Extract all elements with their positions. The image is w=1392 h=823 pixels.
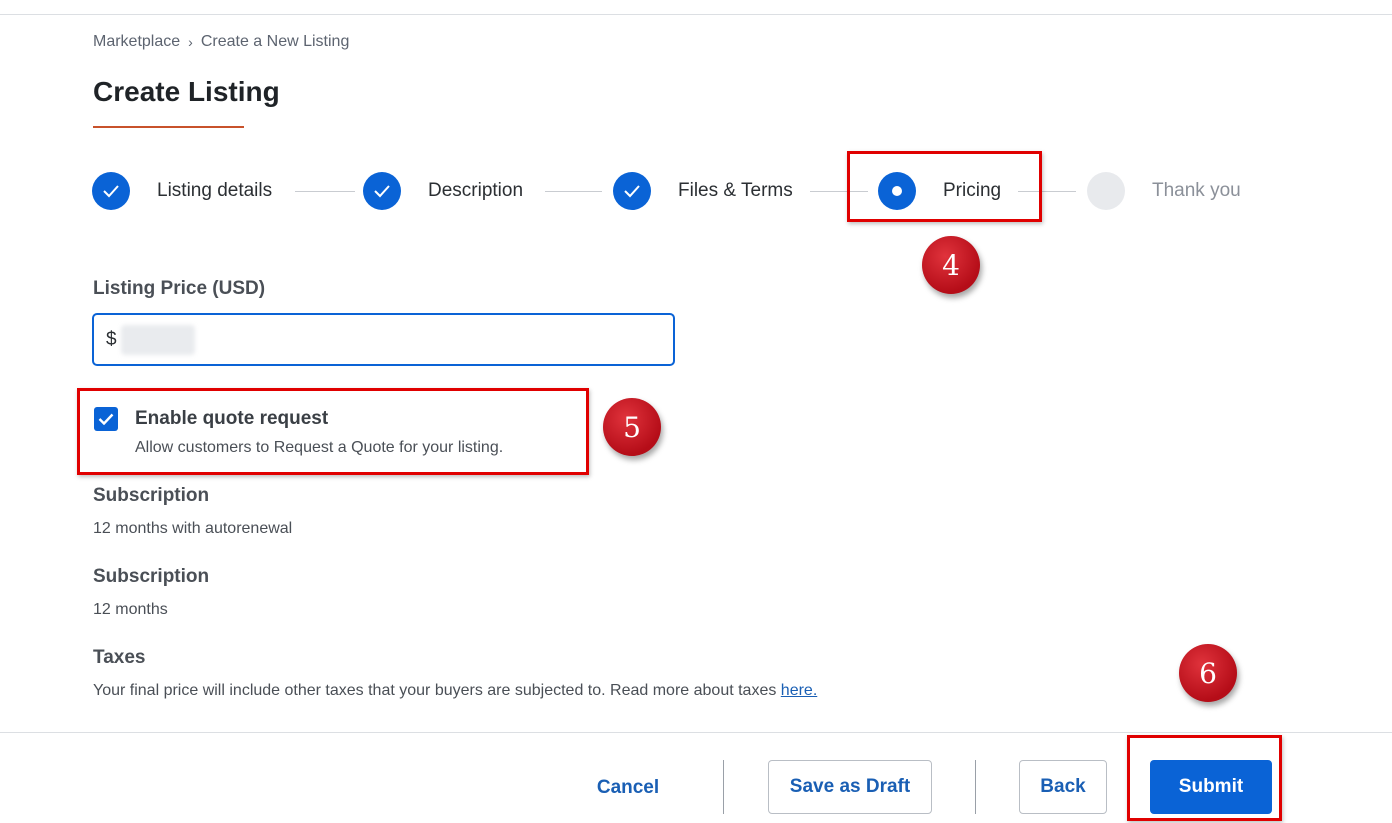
top-divider (0, 14, 1392, 15)
step-label: Thank you (1152, 180, 1241, 201)
listing-price-input[interactable]: $ (92, 313, 675, 366)
enable-quote-title: Enable quote request (135, 408, 329, 429)
step-label: Description (428, 180, 524, 201)
button-separator (723, 760, 724, 814)
checkmark-icon (98, 413, 114, 425)
page-title: Create Listing (93, 76, 280, 107)
annotation-badge-6: 6 (1179, 644, 1237, 702)
highlight-quote-request (77, 388, 589, 475)
pending-step-circle-icon (1087, 172, 1125, 210)
subscription-value: 12 months (93, 601, 168, 618)
subscription-title: Subscription (93, 485, 210, 506)
subscription-value: 12 months with autorenewal (93, 520, 293, 537)
submit-button[interactable]: Submit (1150, 760, 1272, 814)
taxes-here-link[interactable]: here. (781, 682, 817, 699)
redacted-price-value (120, 324, 195, 355)
title-underline (93, 126, 244, 128)
breadcrumb: Marketplace › Create a New Listing (93, 33, 349, 51)
cancel-button[interactable]: Cancel (578, 762, 678, 814)
step-label: Files & Terms (678, 180, 793, 201)
annotation-badge-4: 4 (922, 236, 980, 294)
footer-divider (0, 732, 1392, 733)
step-connector (295, 191, 355, 192)
step-thank-you: Thank you (1087, 172, 1241, 210)
taxes-title: Taxes (93, 647, 146, 668)
currency-symbol: $ (106, 328, 117, 350)
annotation-badge-5: 5 (603, 398, 661, 456)
check-icon (363, 172, 401, 210)
button-separator (975, 760, 976, 814)
breadcrumb-current: Create a New Listing (200, 33, 350, 50)
listing-price-label: Listing Price (USD) (93, 278, 266, 299)
back-button[interactable]: Back (1019, 760, 1107, 814)
subscription-title: Subscription (93, 566, 210, 587)
highlight-pricing-step (847, 151, 1042, 222)
check-icon (613, 172, 651, 210)
chevron-right-icon: › (188, 34, 193, 50)
taxes-text-body: Your final price will include other taxe… (93, 682, 781, 699)
taxes-text: Your final price will include other taxe… (93, 682, 817, 700)
breadcrumb-marketplace[interactable]: Marketplace (93, 33, 180, 51)
step-listing-details[interactable]: Listing details (92, 172, 272, 210)
step-files-terms[interactable]: Files & Terms (613, 172, 793, 210)
step-label: Listing details (157, 180, 273, 201)
enable-quote-description: Allow customers to Request a Quote for y… (135, 439, 504, 456)
save-as-draft-button[interactable]: Save as Draft (768, 760, 932, 814)
step-connector (545, 191, 602, 192)
check-icon (92, 172, 130, 210)
progress-stepper: Listing details Description Files & Term… (0, 172, 1392, 212)
enable-quote-checkbox[interactable] (94, 407, 118, 431)
step-description[interactable]: Description (363, 172, 523, 210)
